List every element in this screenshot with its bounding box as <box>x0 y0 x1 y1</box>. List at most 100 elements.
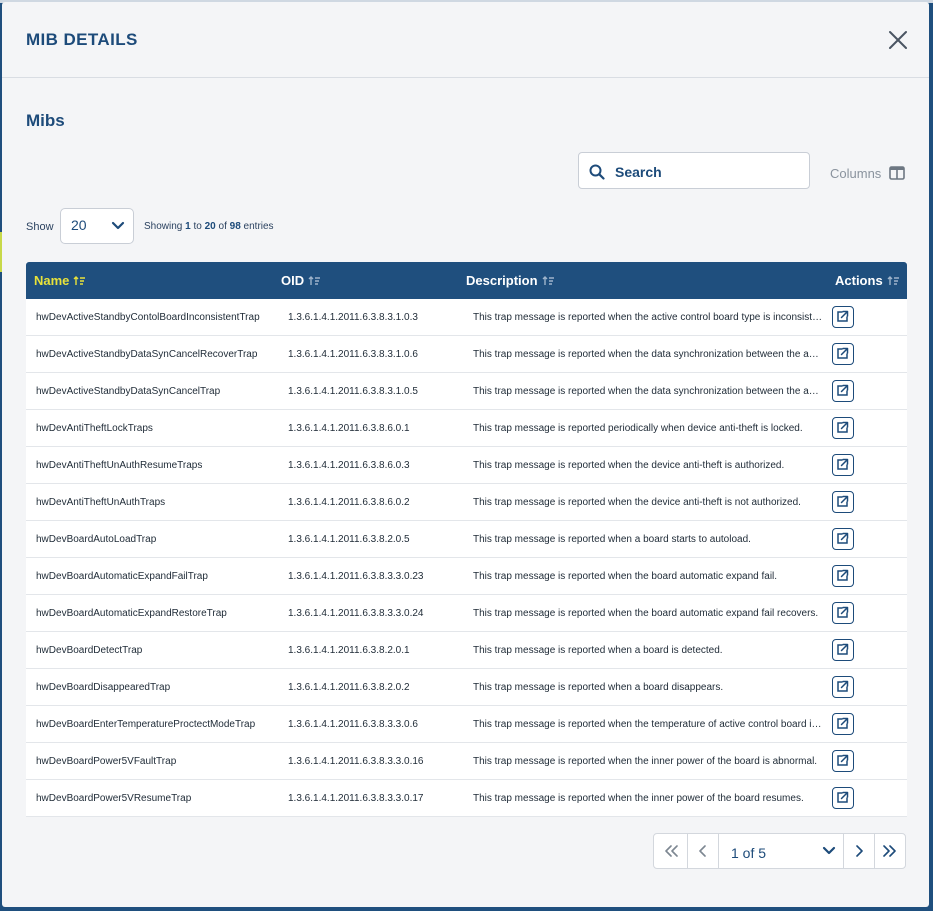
open-details-button[interactable] <box>832 750 854 772</box>
last-page-button[interactable] <box>875 834 905 868</box>
table-row: hwDevBoardDetectTrap 1.3.6.1.4.1.2011.6.3… <box>26 632 907 669</box>
entries-to-word: to <box>193 221 202 232</box>
chevron-down-icon <box>822 846 836 855</box>
column-header-label: Name <box>34 273 70 288</box>
row-oid: 1.3.6.1.4.1.2011.6.3.8.3.1.0.5 <box>288 386 418 397</box>
open-details-button[interactable] <box>832 787 854 809</box>
sort-icon <box>308 275 321 285</box>
current-page: 1 of 5 <box>731 845 767 861</box>
row-description: This trap message is reported periodical… <box>473 423 803 434</box>
close-icon <box>889 31 907 49</box>
mib-details-modal: MIB DETAILS Mibs Columns Show 20 Showing… <box>2 2 929 907</box>
column-header-name[interactable]: Name <box>34 273 86 288</box>
row-name: hwDevActiveStandbyDataSynCancelTrap <box>36 386 221 397</box>
table-row: hwDevBoardPower5VFaultTrap 1.3.6.1.4.1.20… <box>26 743 907 780</box>
row-description: This trap message is reported when a boa… <box>473 534 751 545</box>
column-header-actions[interactable]: Actions <box>835 273 900 288</box>
pagination: 1 of 5 <box>653 833 906 869</box>
row-name: hwDevAntiTheftLockTraps <box>36 423 153 434</box>
row-oid: 1.3.6.1.4.1.2011.6.3.8.3.3.0.6 <box>288 719 418 730</box>
entries-of-word: of <box>218 221 227 232</box>
row-name: hwDevBoardAutoLoadTrap <box>36 534 157 545</box>
row-oid: 1.3.6.1.4.1.2011.6.3.8.3.3.0.17 <box>288 793 424 804</box>
next-page-button[interactable] <box>844 834 874 868</box>
row-description: This trap message is reported when the b… <box>473 571 778 582</box>
open-details-button[interactable] <box>832 454 854 476</box>
table-body: hwDevActiveStandbyContolBoardInconsisten… <box>26 299 907 817</box>
external-link-icon <box>837 384 849 396</box>
first-page-button[interactable] <box>656 834 686 868</box>
row-name: hwDevBoardDetectTrap <box>36 645 143 656</box>
sort-icon <box>887 275 899 285</box>
open-details-button[interactable] <box>832 639 854 661</box>
columns-button[interactable]: Columns <box>830 164 906 182</box>
row-name: hwDevAntiTheftUnAuthResumeTraps <box>36 460 203 471</box>
open-details-button[interactable] <box>832 565 854 587</box>
open-details-button[interactable] <box>832 713 854 735</box>
chevron-right-icon <box>856 845 863 857</box>
external-link-icon <box>837 458 849 470</box>
column-header-label: Actions <box>835 273 883 288</box>
row-description: This trap message is reported when the b… <box>473 608 819 619</box>
external-link-icon <box>837 495 849 507</box>
row-name: hwDevBoardEnterTemperatureProctectModeTr… <box>36 719 256 730</box>
entries-from: 1 <box>185 221 191 232</box>
modal-title: MIB DETAILS <box>26 30 138 49</box>
sort-icon <box>542 275 554 285</box>
search-input[interactable] <box>613 159 802 185</box>
row-name: hwDevBoardDisappearedTrap <box>36 682 171 693</box>
open-details-button[interactable] <box>832 676 854 698</box>
row-description: This trap message is reported when the d… <box>473 497 801 508</box>
chevron-down-icon <box>111 221 125 230</box>
table-row: hwDevBoardPower5VResumeTrap 1.3.6.1.4.1.2… <box>26 780 907 817</box>
entries-prefix: Showing <box>144 221 183 232</box>
previous-page-button[interactable] <box>688 834 718 868</box>
row-description: This trap message is reported when the d… <box>473 460 785 471</box>
table-row: hwDevActiveStandbyDataSynCancelTrap 1.3.6… <box>26 373 907 410</box>
table-row: hwDevActiveStandbyContolBoardInconsisten… <box>26 299 907 336</box>
open-details-button[interactable] <box>832 602 854 624</box>
open-details-button[interactable] <box>832 306 854 328</box>
search-icon <box>589 164 605 180</box>
open-details-button[interactable] <box>832 491 854 513</box>
modal-header: MIB DETAILS <box>2 2 929 78</box>
row-name: hwDevBoardPower5VFaultTrap <box>36 756 177 767</box>
external-link-icon <box>837 791 849 803</box>
external-link-icon <box>837 754 849 766</box>
columns-label: Columns <box>830 165 882 181</box>
close-button[interactable] <box>887 29 909 51</box>
column-header-oid[interactable]: OID <box>281 273 321 288</box>
table-row: hwDevBoardAutoLoadTrap 1.3.6.1.4.1.2011.6… <box>26 521 907 558</box>
row-description: This trap message is reported when the a… <box>473 312 823 323</box>
table-row: hwDevAntiTheftUnAuthResumeTraps 1.3.6.1.4… <box>26 447 907 484</box>
open-details-button[interactable] <box>832 417 854 439</box>
external-link-icon <box>837 421 849 433</box>
external-link-icon <box>837 569 849 581</box>
external-link-icon <box>837 606 849 618</box>
page-size-select[interactable]: 20 <box>60 208 134 244</box>
mibs-table: Name OID Description Actions hwDevActive… <box>26 262 907 817</box>
row-description: This trap message is reported when a boa… <box>473 682 724 693</box>
row-description: This trap message is reported when the t… <box>473 719 823 730</box>
row-name: hwDevBoardAutomaticExpandFailTrap <box>36 571 208 582</box>
row-description: This trap message is reported when the d… <box>473 386 823 397</box>
open-details-button[interactable] <box>832 380 854 402</box>
columns-icon <box>889 166 906 180</box>
row-oid: 1.3.6.1.4.1.2011.6.3.8.6.0.1 <box>288 423 410 434</box>
open-details-button[interactable] <box>832 528 854 550</box>
table-row: hwDevAntiTheftLockTraps 1.3.6.1.4.1.2011.… <box>26 410 907 447</box>
chevron-left-icon <box>699 845 706 857</box>
row-description: This trap message is reported when a boa… <box>473 645 723 656</box>
table-row: hwDevActiveStandbyDataSynCancelRecoverTr… <box>26 336 907 373</box>
open-details-button[interactable] <box>832 343 854 365</box>
row-oid: 1.3.6.1.4.1.2011.6.3.8.3.3.0.16 <box>288 756 424 767</box>
row-oid: 1.3.6.1.4.1.2011.6.3.8.3.1.0.3 <box>288 312 418 323</box>
column-header-description[interactable]: Description <box>466 273 555 288</box>
table-row: hwDevBoardAutomaticExpandFailTrap 1.3.6.1… <box>26 558 907 595</box>
sort-icon <box>73 275 86 285</box>
row-oid: 1.3.6.1.4.1.2011.6.3.8.2.0.5 <box>288 534 410 545</box>
row-description: This trap message is reported when the i… <box>473 793 804 804</box>
double-chevron-right-icon <box>883 845 896 857</box>
external-link-icon <box>837 347 849 359</box>
row-oid: 1.3.6.1.4.1.2011.6.3.8.2.0.1 <box>288 645 410 656</box>
